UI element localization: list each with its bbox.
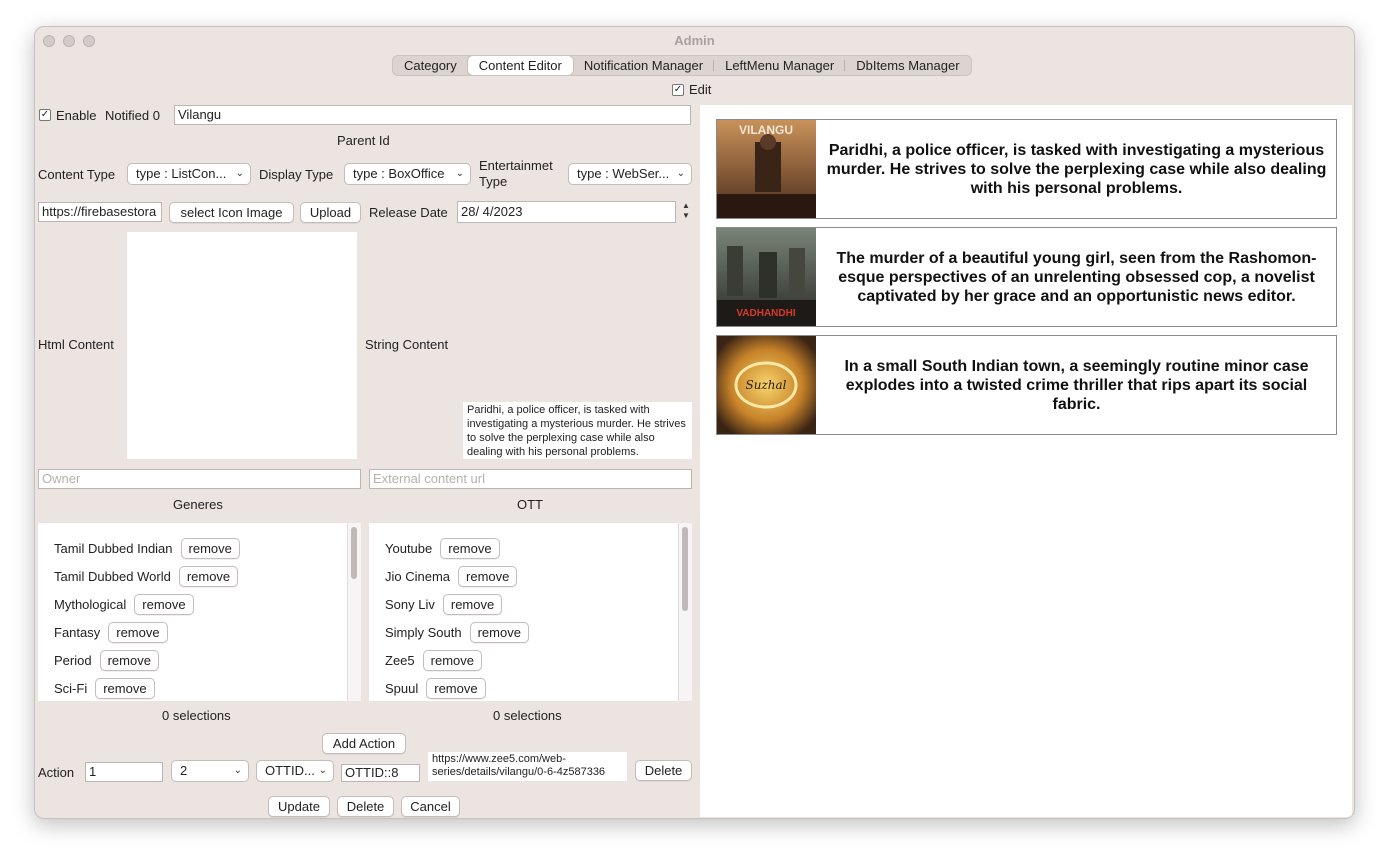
edit-toggle[interactable]: ✓ Edit [672,82,711,97]
remove-ott-button[interactable]: remove [422,649,482,671]
admin-window: Admin Category Content Editor Notificati… [34,26,1355,819]
ott-list[interactable]: Youtube remove Jio Cinema remove Sony Liv r… [369,523,692,701]
string-content-label: String Content [365,337,449,352]
remove-genre-button[interactable]: remove [180,537,240,559]
notified-count: Notified 0 [105,108,160,123]
content-preview-panel: VILANGU Paridhi, a police officer, is ta… [700,105,1352,817]
add-action-button[interactable]: Add Action [322,733,406,754]
poster-title: VADHANDHI [736,308,795,319]
list-item: Tamil Dubbed World remove [54,565,239,587]
enable-checkbox[interactable]: ✓ [39,109,51,121]
poster-title: Suzhal [746,378,787,392]
chevron-down-icon: ⌄ [676,168,685,179]
chevron-down-icon: ⌄ [233,765,242,776]
tab-leftmenu-manager[interactable]: LeftMenu Manager [714,56,846,75]
tab-notification-manager[interactable]: Notification Manager [573,56,715,75]
tab-bar: Category Content Editor Notification Man… [392,55,972,76]
preview-card[interactable]: VILANGU Paridhi, a police officer, is ta… [716,119,1337,219]
release-date-label: Release Date [369,205,448,220]
parent-id-label: Parent Id [337,133,390,148]
preview-card[interactable]: VADHANDHI The murder of a beautiful youn… [716,227,1337,327]
content-type-select[interactable]: type : ListCon... ⌄ [127,163,251,185]
ott-selection-count: 0 selections [493,708,562,723]
preview-description: Paridhi, a police officer, is tasked wit… [826,141,1327,197]
name-input[interactable]: Vilangu [174,105,691,125]
remove-ott-button[interactable]: remove [458,565,518,587]
list-item: Jio Cinema remove [385,565,518,587]
tab-content-editor[interactable]: Content Editor [467,56,573,75]
chevron-down-icon: ⌄ [235,168,244,179]
entertainment-type-select[interactable]: type : WebSer... ⌄ [568,163,692,185]
minimize-window-button[interactable] [63,35,75,47]
list-item: Simply South remove [385,621,529,643]
list-item: Fantasy remove [54,621,168,643]
genres-list[interactable]: Tamil Dubbed Indian remove Tamil Dubbed W… [38,523,361,701]
genres-label: Generes [173,497,223,512]
action-type-select[interactable]: OTTID... ⌄ [256,760,334,782]
remove-ott-button[interactable]: remove [469,621,529,643]
remove-ott-button[interactable]: remove [426,677,486,699]
content-editor-form: ✓ Enable Notified 0 Vilangu Parent Id Co… [35,99,699,818]
remove-genre-button[interactable]: remove [134,593,194,615]
cancel-button[interactable]: Cancel [401,796,460,817]
preview-description: In a small South Indian town, a seemingl… [844,357,1309,413]
release-date-input[interactable]: 28/ 4/2023 [457,201,676,223]
remove-ott-button[interactable]: remove [442,593,503,615]
delete-button[interactable]: Delete [337,796,394,817]
list-item: Mythological remove [54,593,194,615]
date-stepper[interactable]: ▲ ▼ [680,201,692,223]
update-button[interactable]: Update [268,796,330,817]
preview-description: The murder of a beautiful young girl, se… [836,249,1317,305]
entertainment-type-label: Entertainmet Type [479,158,553,189]
window-title: Admin [674,33,715,48]
action-delete-button[interactable]: Delete [635,760,692,781]
remove-ott-button[interactable]: remove [440,537,500,559]
chevron-down-icon: ⌄ [318,765,327,776]
remove-genre-button[interactable]: remove [95,677,155,699]
vilangu-poster-image: VILANGU [717,120,816,218]
vadhandhi-poster-image: VADHANDHI [717,228,816,326]
suzhal-poster-image: Suzhal [717,336,816,434]
display-type-label: Display Type [259,167,334,182]
action-label: Action [38,765,75,780]
action-number-select[interactable]: 2 ⌄ [171,760,249,782]
string-content-textarea[interactable]: Paridhi, a police officer, is tasked wit… [463,402,692,459]
remove-genre-button[interactable]: remove [99,649,159,671]
html-content-editor[interactable] [127,232,357,459]
list-item: Period remove [54,649,159,671]
external-content-url-input[interactable]: External content url [369,469,692,489]
remove-genre-button[interactable]: remove [178,565,239,587]
icon-url-input[interactable]: https://firebasestora [38,202,162,222]
close-window-button[interactable] [43,35,55,47]
poster-title: VILANGU [739,123,793,137]
list-item: Sony Liv remove [385,593,503,615]
list-item: Tamil Dubbed Indian remove [54,537,240,559]
list-item: Zee5 remove [385,649,482,671]
ott-scrollbar-thumb[interactable] [682,527,688,611]
owner-input[interactable]: Owner [38,469,361,489]
chevron-down-icon: ⌄ [455,168,464,179]
content-type-label: Content Type [38,167,116,182]
display-type-select[interactable]: type : BoxOffice ⌄ [344,163,471,185]
action-id-input[interactable]: OTTID::8 [341,764,420,782]
genres-scrollbar-thumb[interactable] [351,527,357,579]
genres-selection-count: 0 selections [162,708,231,723]
html-content-label: Html Content [38,337,114,352]
select-icon-image-button[interactable]: select Icon Image [169,202,294,223]
tab-dbitems-manager[interactable]: DbItems Manager [845,56,970,75]
tab-category[interactable]: Category [393,56,468,75]
edit-checkbox[interactable]: ✓ [672,83,684,96]
preview-card[interactable]: Suzhal In a small South Indian town, a s… [716,335,1337,435]
edit-label: Edit [689,82,712,97]
zoom-window-button[interactable] [83,35,95,47]
list-item: Spuul remove [385,677,486,699]
remove-genre-button[interactable]: remove [108,621,168,643]
upload-button[interactable]: Upload [300,202,361,223]
action-url-textarea[interactable]: https://www.zee5.com/web-series/details/… [428,752,627,781]
list-item: Youtube remove [385,537,500,559]
list-item: Sci-Fi remove [54,677,155,699]
ott-label: OTT [517,497,543,512]
action-order-input[interactable]: 1 [85,762,163,782]
enable-label: Enable [56,108,97,123]
